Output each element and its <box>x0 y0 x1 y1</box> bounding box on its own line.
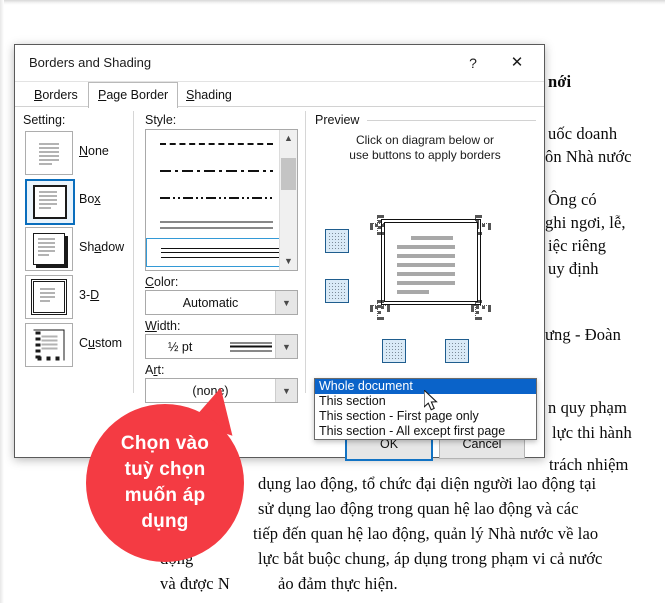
tab-shading[interactable]: Shading <box>177 84 241 107</box>
preview-rule <box>367 120 536 121</box>
width-dropdown[interactable]: ½ pt ▼ <box>145 334 298 359</box>
style-group-label: Style: <box>145 113 177 127</box>
apply-to-option[interactable]: Whole document <box>315 379 536 394</box>
threed-preview-icon <box>30 278 68 316</box>
scroll-down-icon[interactable]: ▼ <box>280 253 297 270</box>
dashed-line-sample <box>160 142 273 145</box>
preview-hint-line2: use buttons to apply borders <box>349 148 501 162</box>
dash-dot-dot-line-sample <box>160 196 273 199</box>
guide-bl-h <box>370 305 390 309</box>
width-field-label: Width: <box>145 319 181 333</box>
tab-shading-label-rest: hading <box>194 88 232 102</box>
style-item-dash-dot-dot[interactable] <box>146 184 297 211</box>
scrollbar-thumb[interactable] <box>281 158 296 190</box>
document-text-line: uốc doanh <box>548 124 618 143</box>
document-text-line: sử dụng lao động trong quan hệ lao động … <box>258 499 579 518</box>
top-border-button[interactable] <box>325 229 349 253</box>
tab-page-border-label-rest: age Border <box>106 88 169 102</box>
setting-option-shadow[interactable] <box>25 227 73 271</box>
none-preview-icon <box>34 138 64 168</box>
tab-borders-label-rest: orders <box>42 88 78 102</box>
apply-to-option[interactable]: This section - All except first page <box>315 424 536 439</box>
chevron-down-icon[interactable]: ▼ <box>275 291 297 314</box>
document-text-line: ưng - Đoàn <box>545 325 621 344</box>
style-list[interactable]: ▲ ▼ <box>145 129 298 271</box>
document-text-line: tiếp đến quan hệ lao động, quản lý Nhà n… <box>253 524 599 543</box>
tab-strip: Borders Page Border Shading <box>15 82 544 108</box>
bottom-border-button[interactable] <box>325 279 349 303</box>
color-field-label: Color: <box>145 275 179 289</box>
setting-group-label: Setting: <box>23 113 66 127</box>
box-preview-icon <box>33 185 67 219</box>
apply-to-option[interactable]: This section - First page only <box>315 409 536 424</box>
preview-hint-line1: Click on diagram below or <box>355 133 495 147</box>
color-value: Automatic <box>182 295 239 310</box>
custom-preview-icon <box>33 329 65 361</box>
document-text-line: lực bắt buộc chung, áp dụng trong phạm v… <box>258 549 603 568</box>
page-top-shadow <box>0 0 665 5</box>
document-text-line: dụng lao động, tổ chức đại diện người la… <box>258 474 597 493</box>
preview-diagram[interactable] <box>315 167 535 367</box>
dash-dot-line-sample <box>160 169 273 172</box>
dialog-titlebar: Borders and Shading ? ✕ <box>15 45 544 82</box>
guide-br-v <box>475 300 479 320</box>
style-item-triple-line[interactable] <box>146 238 297 267</box>
scroll-up-icon[interactable]: ▲ <box>280 130 297 147</box>
document-text-line: n quy phạm <box>548 398 627 417</box>
callout-bubble: Chọn vào tuỳ chọn muốn áp dụng <box>86 404 244 562</box>
style-item-double-line[interactable] <box>146 211 297 238</box>
width-line-sample <box>230 342 272 351</box>
setting-option-custom[interactable] <box>25 323 73 367</box>
document-text-line: trách nhiệm <box>549 455 629 474</box>
document-text-line: iệc riêng <box>548 236 607 255</box>
setting-label-box[interactable]: Box <box>79 192 101 206</box>
document-text-line: nới <box>548 72 572 91</box>
document-text-line: ảo đảm thực hiện. <box>278 574 398 593</box>
setting-label-3d[interactable]: 3-D <box>79 288 99 302</box>
left-border-button[interactable] <box>382 339 406 363</box>
help-icon[interactable]: ? <box>460 52 486 74</box>
style-item-dashed[interactable] <box>146 130 297 157</box>
callout-text: Chọn vào tuỳ chọn muốn áp dụng <box>120 433 210 532</box>
setting-label-custom[interactable]: Custom <box>79 336 122 350</box>
preview-page[interactable] <box>380 218 482 306</box>
preview-hint: Click on diagram below or use buttons to… <box>315 133 535 163</box>
style-item-dash-dot[interactable] <box>146 157 297 184</box>
close-icon[interactable]: ✕ <box>504 52 530 74</box>
color-dropdown[interactable]: Automatic ▼ <box>145 290 298 315</box>
apply-to-options-list[interactable]: Whole document This section This section -… <box>314 378 537 440</box>
apply-to-option[interactable]: This section <box>315 394 536 409</box>
setting-label-shadow[interactable]: Shadow <box>79 240 124 254</box>
document-text-line: ghi ngơi, lễ, <box>545 213 626 232</box>
guide-bl-v <box>377 300 381 320</box>
setting-label-none[interactable]: None <box>79 144 109 158</box>
document-text-line: và được N <box>160 574 230 593</box>
setting-style-separator <box>133 111 134 393</box>
triple-line-sample <box>161 247 297 258</box>
chevron-down-icon[interactable]: ▼ <box>275 379 297 402</box>
style-list-scrollbar[interactable]: ▲ ▼ <box>279 130 297 270</box>
dialog-title: Borders and Shading <box>29 55 152 70</box>
tab-page-border[interactable]: Page Border <box>88 82 179 108</box>
right-border-button[interactable] <box>445 339 469 363</box>
double-line-sample <box>160 221 273 228</box>
style-preview-separator <box>305 111 306 393</box>
document-text-line: lực thi hành <box>552 423 632 442</box>
chevron-down-icon[interactable]: ▼ <box>275 335 297 358</box>
document-text-line: uy định <box>548 259 599 278</box>
setting-option-box[interactable] <box>25 179 75 225</box>
document-text-line: ôn Nhà nước <box>545 147 632 166</box>
page-left-shadow <box>0 0 4 603</box>
setting-option-none[interactable] <box>25 131 73 175</box>
document-text-line: Ông có <box>548 190 597 209</box>
shadow-preview-icon <box>33 233 65 265</box>
art-field-label: Art: <box>145 363 165 377</box>
setting-option-3d[interactable] <box>25 275 73 319</box>
preview-group-label: Preview <box>315 113 364 127</box>
tab-borders[interactable]: Borders <box>25 84 87 107</box>
guide-br-h <box>471 305 491 309</box>
